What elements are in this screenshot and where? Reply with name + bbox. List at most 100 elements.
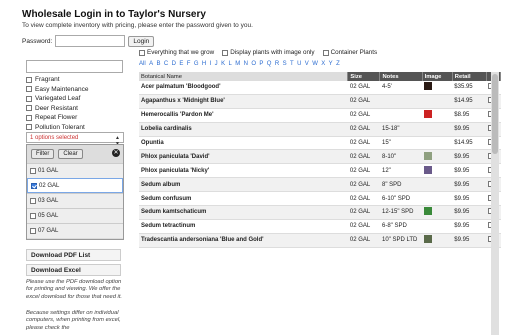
scrollbar-thumb[interactable] <box>492 74 498 154</box>
alpha-link[interactable]: R <box>275 61 279 67</box>
filter-checkbox[interactable] <box>139 49 145 56</box>
plant-name[interactable]: Acer palmatum 'Bloodgood' <box>139 81 348 95</box>
plant-retail: $9.95 <box>452 122 487 137</box>
plant-name[interactable]: Sedum tetractinum <box>139 219 348 234</box>
plant-thumbnail[interactable] <box>424 165 433 174</box>
col-retail[interactable]: Retail <box>452 72 487 81</box>
download-note: Please use the PDF download option for p… <box>26 279 123 300</box>
col-notes[interactable]: Notes <box>379 72 423 81</box>
plant-notes: 8" SPD <box>379 177 423 193</box>
alpha-link[interactable]: All <box>139 61 146 67</box>
download-excel-button[interactable]: Download Excel <box>26 264 121 276</box>
option-checkbox[interactable] <box>30 198 36 204</box>
filter-checkbox[interactable] <box>322 49 329 56</box>
size-multiselect[interactable]: 1 options selected ▲▼ <box>26 132 124 147</box>
alpha-link[interactable]: C <box>164 61 168 67</box>
plant-name[interactable]: Hemerocallis 'Pardon Me' <box>139 108 348 123</box>
checkbox-box[interactable] <box>26 86 32 93</box>
table-scrollbar[interactable] <box>491 72 499 335</box>
download-pdf-button[interactable]: Download PDF List <box>26 249 121 261</box>
alpha-link[interactable]: Z <box>336 61 340 67</box>
alpha-link[interactable]: I <box>210 61 212 67</box>
option-checkbox[interactable] <box>30 228 36 234</box>
inventory-table: Botanical Name Size Notes Image Retail A… <box>139 72 502 248</box>
close-icon[interactable]: ✕ <box>112 149 120 157</box>
alpha-link[interactable]: W <box>312 61 318 67</box>
alpha-link[interactable]: O <box>251 61 256 67</box>
sidebar-search-input[interactable] <box>26 60 123 73</box>
table-row: Acer palmatum 'Bloodgood' 02 GAL 4-5' $35.9… <box>139 81 501 95</box>
clear-button[interactable]: Clear <box>58 149 83 159</box>
size-option-03-gal[interactable]: 03 GAL <box>27 193 123 208</box>
checkbox-box[interactable] <box>26 105 32 112</box>
option-checkbox[interactable] <box>31 182 37 189</box>
alpha-link[interactable]: T <box>290 61 294 67</box>
checkbox-box[interactable] <box>26 114 32 121</box>
option-checkbox[interactable] <box>30 168 36 174</box>
alpha-link[interactable]: X <box>321 61 325 67</box>
alpha-link[interactable]: B <box>156 61 160 67</box>
alpha-link[interactable]: Q <box>267 61 272 67</box>
plant-name[interactable]: Phlox paniculata 'David' <box>139 149 348 165</box>
plant-name[interactable]: Opuntia <box>139 136 348 151</box>
alpha-link[interactable]: E <box>179 61 183 67</box>
col-image[interactable]: Image <box>422 72 453 81</box>
plant-thumbnail[interactable] <box>424 110 433 119</box>
checkbox-box[interactable] <box>26 76 32 83</box>
checkbox-box[interactable] <box>26 124 32 131</box>
col-size[interactable]: Size <box>347 72 381 81</box>
alpha-link[interactable]: F <box>187 61 191 67</box>
checkbox-pollution-tolerant[interactable]: Pollution Tolerant <box>26 123 88 133</box>
size-option-05-gal[interactable]: 05 GAL <box>27 208 123 223</box>
plant-name[interactable]: Lobelia cardinalis <box>139 122 348 137</box>
size-option-07-gal[interactable]: 07 GAL <box>27 223 123 238</box>
checkbox-deer-resistant[interactable]: Deer Resistant <box>26 104 88 114</box>
col-botanical-name[interactable]: Botanical Name <box>139 72 349 81</box>
size-option-02-gal[interactable]: 02 GAL <box>27 178 123 193</box>
plant-thumbnail[interactable] <box>424 82 433 91</box>
alpha-link[interactable]: V <box>305 61 309 67</box>
option-checkbox[interactable] <box>30 213 36 219</box>
checkbox-easy-maintenance[interactable]: Easy Maintenance <box>26 85 88 95</box>
checkbox-box[interactable] <box>26 95 32 102</box>
alpha-link[interactable]: H <box>202 61 206 67</box>
plant-thumbnail[interactable] <box>424 235 433 244</box>
alpha-link[interactable]: J <box>215 61 218 67</box>
filter-container[interactable]: Container Plants <box>322 49 377 56</box>
checkbox-fragrant[interactable]: Fragrant <box>26 75 88 85</box>
alpha-link[interactable]: S <box>283 61 287 67</box>
plant-size: 02 GAL <box>347 233 380 248</box>
plant-name[interactable]: Agapanthus x 'Midnight Blue' <box>139 94 348 109</box>
plant-thumbnail[interactable] <box>424 207 433 216</box>
checkbox-repeat-flower[interactable]: Repeat Flower <box>26 113 88 123</box>
alpha-link[interactable]: P <box>259 61 263 67</box>
plant-image-cell <box>422 233 453 248</box>
plant-name[interactable]: Sedum album <box>139 177 348 193</box>
login-button[interactable]: Login <box>128 35 155 47</box>
password-input[interactable] <box>55 35 126 47</box>
alpha-link[interactable]: U <box>297 61 301 67</box>
plant-name[interactable]: Sedum confusum <box>139 191 348 207</box>
checkbox-variegated-leaf[interactable]: Variegated Leaf <box>26 94 88 104</box>
filter-checkbox[interactable] <box>222 49 229 56</box>
plant-notes: 10" SPD LTD <box>379 233 423 248</box>
filter-everything[interactable]: Everything that we grow <box>139 49 214 56</box>
attribute-checklist: Fragrant Easy Maintenance Variegated Lea… <box>26 75 88 132</box>
plant-name[interactable]: Phlox paniculata 'Nicky' <box>139 163 348 179</box>
alpha-link[interactable]: M <box>235 61 240 67</box>
alpha-link[interactable]: A <box>149 61 153 67</box>
plant-thumbnail[interactable] <box>424 151 433 160</box>
alpha-link[interactable]: Y <box>329 61 333 67</box>
alpha-link[interactable]: L <box>228 61 231 67</box>
plant-name[interactable]: Sedum kamtschaticum <box>139 205 348 220</box>
plant-notes <box>379 94 423 109</box>
alpha-link[interactable]: G <box>194 61 199 67</box>
size-option-01-gal[interactable]: 01 GAL <box>27 163 123 178</box>
filter-button[interactable]: Filter <box>31 149 55 159</box>
alpha-link[interactable]: N <box>244 61 248 67</box>
alpha-link[interactable]: K <box>221 61 225 67</box>
filter-with-image[interactable]: Display plants with image only <box>222 49 315 56</box>
plant-size: 02 GAL <box>347 149 380 165</box>
plant-name[interactable]: Tradescantia andersoniana 'Blue and Gold… <box>139 233 348 248</box>
alpha-link[interactable]: D <box>172 61 176 67</box>
